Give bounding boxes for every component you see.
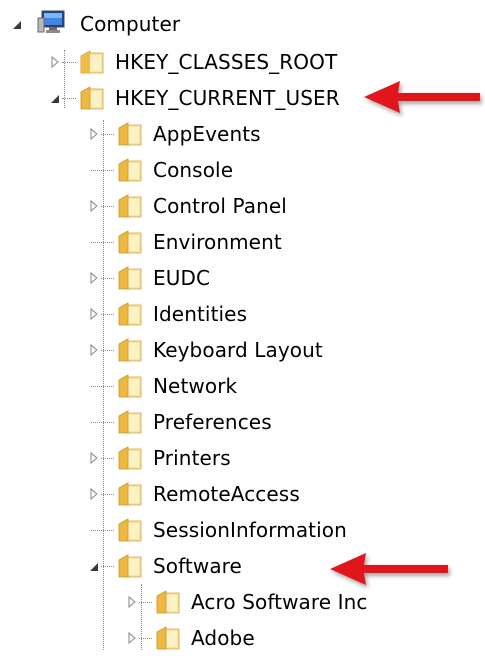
tree-node-appevents[interactable]: AppEvents [0,116,420,152]
folder-icon [118,518,142,542]
folder-icon [118,230,142,254]
tree-connector [101,494,114,495]
collapsed-triangle-icon[interactable] [87,343,101,357]
tree-node-hkey-current-user[interactable]: HKEY_CURRENT_USER [0,80,400,116]
tree-node-label: RemoteAccess [153,482,300,506]
tree-node-identities[interactable]: Identities [0,296,420,332]
tree-node-label: EUDC [153,266,211,290]
tree-connector [101,314,114,315]
tree-node-label: Computer [80,12,181,36]
tree-connector [91,242,114,243]
collapsed-triangle-icon[interactable] [87,271,101,285]
tree-connector [101,206,114,207]
collapsed-triangle-icon[interactable] [87,127,101,141]
folder-icon [118,446,142,470]
tree-node-label: AppEvents [153,122,261,146]
collapsed-triangle-icon[interactable] [87,487,101,501]
tree-node-keyboard-layout[interactable]: Keyboard Layout [0,332,420,368]
folder-icon [118,410,142,434]
tree-connector [101,458,114,459]
folder-icon [156,590,180,614]
tree-node-hkey-classes-root[interactable]: HKEY_CLASSES_ROOT [0,44,400,80]
tree-node-network[interactable]: Network [0,368,420,404]
tree-connector [101,278,114,279]
tree-connector [101,566,114,567]
folder-icon [118,194,142,218]
tree-node-label: Environment [153,230,282,254]
tree-connector [139,602,152,603]
folder-icon [118,122,142,146]
collapsed-triangle-icon[interactable] [87,307,101,321]
tree-node-label: Adobe [191,626,255,650]
tree-connector [91,386,114,387]
folder-icon [80,50,104,74]
tree-node-label: Printers [153,446,231,470]
collapsed-triangle-icon[interactable] [125,631,139,645]
folder-icon [118,554,142,578]
annotation-arrow-software [330,553,448,585]
tree-connector [62,98,76,99]
tree-node-printers[interactable]: Printers [0,440,420,476]
tree-connector [139,638,152,639]
folder-icon [80,86,104,110]
tree-node-label: Software [153,554,242,578]
tree-node-label: SessionInformation [153,518,347,542]
folder-icon [118,158,142,182]
tree-connector [91,530,114,531]
folder-icon [118,338,142,362]
tree-node-label: HKEY_CURRENT_USER [115,86,340,110]
tree-node-control-panel[interactable]: Control Panel [0,188,420,224]
computer-icon [37,10,65,33]
tree-node-label: Control Panel [153,194,287,218]
tree-node-label: Console [153,158,234,182]
tree-connector [91,422,114,423]
tree-node-environment[interactable]: Environment [0,224,420,260]
registry-tree: Computer HKEY_CLASSES_ROOT HKEY_CURRENT_… [0,0,485,650]
tree-connector [101,350,114,351]
folder-icon [156,626,180,650]
tree-node-label: Preferences [153,410,272,434]
tree-node-console[interactable]: Console [0,152,420,188]
folder-icon [118,374,142,398]
tree-connector [62,62,76,63]
folder-icon [118,302,142,326]
tree-node-remoteaccess[interactable]: RemoteAccess [0,476,420,512]
expanded-triangle-icon[interactable] [10,18,24,32]
collapsed-triangle-icon[interactable] [87,451,101,465]
tree-node-label: Identities [153,302,248,326]
tree-node-preferences[interactable]: Preferences [0,404,420,440]
tree-connector [91,170,114,171]
collapsed-triangle-icon[interactable] [48,55,62,69]
collapsed-triangle-icon[interactable] [87,199,101,213]
annotation-arrow-hkcu [364,81,480,113]
folder-icon [118,482,142,506]
expanded-triangle-icon[interactable] [48,92,62,106]
tree-node-label: HKEY_CLASSES_ROOT [115,50,338,74]
tree-node-label: Network [153,374,238,398]
tree-node-adobe[interactable]: Adobe [0,620,420,656]
tree-node-sessioninformation[interactable]: SessionInformation [0,512,420,548]
tree-node-label: Keyboard Layout [153,338,323,362]
tree-node-eudc[interactable]: EUDC [0,260,420,296]
expanded-triangle-icon[interactable] [87,560,101,574]
folder-icon [118,266,142,290]
collapsed-triangle-icon[interactable] [125,595,139,609]
tree-connector [101,134,114,135]
tree-node-computer[interactable]: Computer [0,6,300,42]
